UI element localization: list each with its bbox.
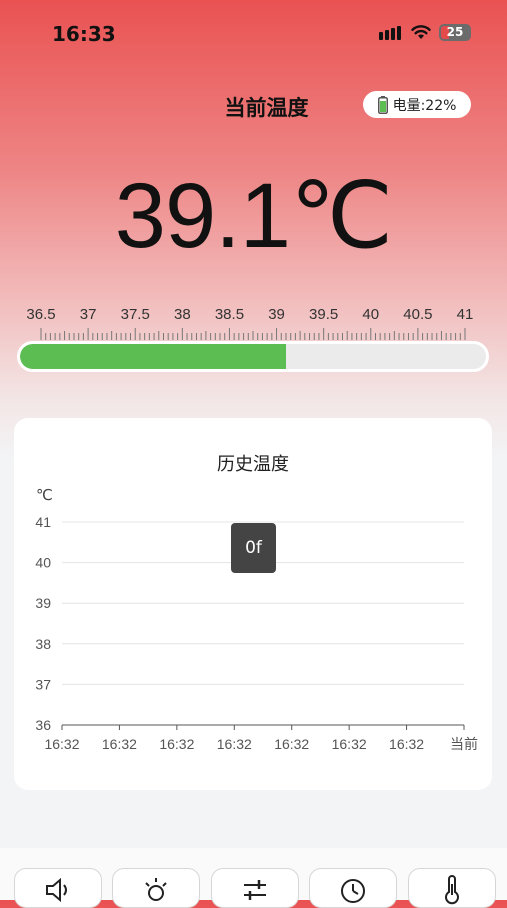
battery-icon: 25 bbox=[439, 24, 471, 41]
light-icon bbox=[145, 878, 167, 901]
x-tick-label: 当前 bbox=[450, 736, 478, 752]
battery-level: 25 bbox=[446, 25, 464, 39]
sliders-icon bbox=[244, 880, 266, 900]
y-axis-unit: ℃ bbox=[36, 486, 53, 504]
status-time: 16:33 bbox=[52, 22, 116, 46]
chart-tooltip: 0f bbox=[231, 523, 276, 573]
y-tick-label: 37 bbox=[35, 676, 51, 692]
scale-label: 40 bbox=[362, 306, 380, 323]
scale-label: 36.5 bbox=[26, 306, 56, 323]
scale-label: 37.5 bbox=[120, 306, 150, 323]
speaker-icon bbox=[46, 877, 67, 903]
current-temperature: 39.1℃ bbox=[114, 165, 393, 267]
tab-history[interactable] bbox=[309, 868, 397, 908]
scale-label: 39.5 bbox=[309, 306, 339, 323]
history-card: 历史温度 ℃ 41 40 39 38 37 36 16:32 16:32 16:32 16:32 16… bbox=[14, 418, 492, 790]
y-tick-label: 36 bbox=[35, 717, 51, 733]
x-tick-label: 16:32 bbox=[102, 736, 137, 752]
scale-label: 39 bbox=[268, 306, 285, 323]
history-chart[interactable]: ℃ 41 40 39 38 37 36 16:32 16:32 16:32 16:32 16:32 16… bbox=[14, 418, 492, 790]
tab-temperature[interactable] bbox=[408, 868, 496, 908]
wifi-icon bbox=[411, 25, 431, 39]
x-tick-label: 16:32 bbox=[332, 736, 367, 752]
scale-label: 41 bbox=[456, 306, 474, 323]
y-tick-label: 41 bbox=[35, 514, 51, 530]
thermometer-icon bbox=[445, 875, 459, 905]
x-tick-label: 16:32 bbox=[44, 736, 79, 752]
tab-settings[interactable] bbox=[211, 868, 299, 908]
temperature-ruler bbox=[40, 328, 466, 340]
x-tick-label: 16:32 bbox=[274, 736, 309, 752]
battery-level-icon bbox=[377, 95, 388, 114]
scale-label: 40.5 bbox=[403, 306, 433, 323]
battery-label: 电量:22% bbox=[392, 97, 457, 114]
y-tick-label: 40 bbox=[35, 555, 51, 571]
temperature-scale-labels: 36.5 37 37.5 38 38.5 39 39.5 40 40.5 41 bbox=[0, 306, 507, 326]
scale-label: 37 bbox=[79, 306, 97, 323]
clock-icon bbox=[341, 879, 365, 903]
status-icons: 25 bbox=[379, 24, 471, 41]
bottom-tab-bar bbox=[0, 848, 507, 908]
tab-sound[interactable] bbox=[14, 868, 102, 908]
x-tick-label: 16:32 bbox=[389, 736, 424, 752]
signal-icon bbox=[379, 25, 401, 40]
temperature-progress-fill bbox=[20, 344, 286, 369]
tab-light[interactable] bbox=[112, 868, 200, 908]
scale-label: 38.5 bbox=[214, 306, 245, 323]
scale-label: 38 bbox=[173, 306, 191, 323]
device-battery-badge: 电量:22% bbox=[363, 91, 471, 118]
y-tick-label: 39 bbox=[35, 595, 51, 611]
x-tick-label: 16:32 bbox=[159, 736, 194, 752]
x-tick-label: 16:32 bbox=[217, 736, 252, 752]
y-tick-label: 38 bbox=[35, 636, 51, 652]
temperature-progress-bar bbox=[17, 341, 489, 372]
